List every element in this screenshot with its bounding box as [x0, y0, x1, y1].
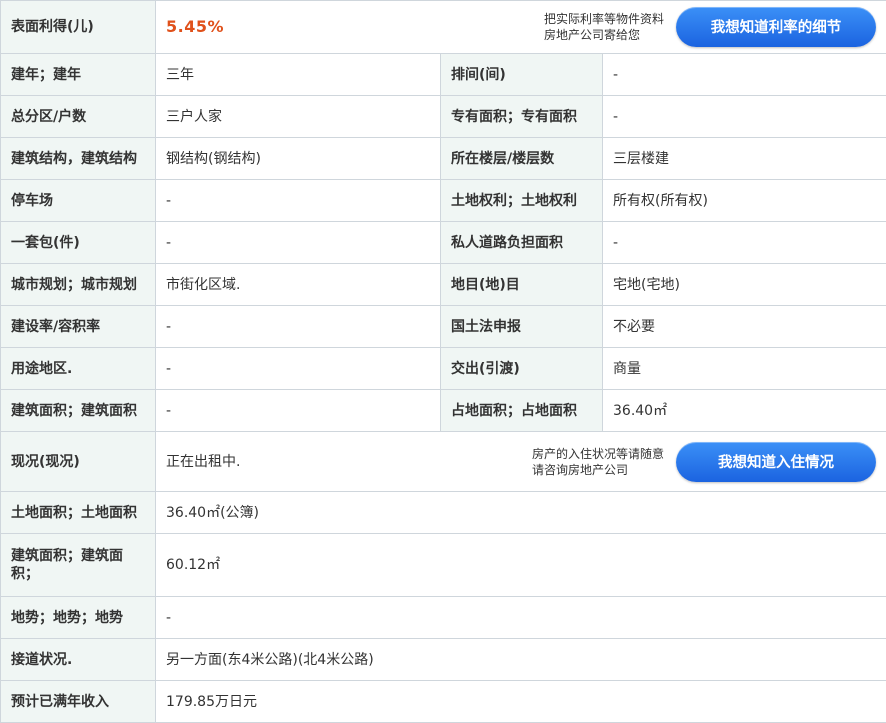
- status-note: 房产的入住状况等请随意 请咨询房地产公司: [532, 446, 664, 478]
- value-floor-area: 60.12㎡: [156, 534, 886, 597]
- value-land-rights: 所有权(所有权): [603, 180, 886, 222]
- table-row: 总分区/户数 三户人家 专有面积；专有面积 -: [1, 96, 886, 138]
- label-land-area: 土地面积；土地面积: [1, 492, 156, 534]
- property-spec-table: 表面利得(儿) 5.45% 把实际利率等物件资料 房地产公司寄给您 我想知道利率…: [0, 0, 886, 723]
- table-row: 接道状况. 另一方面(东4米公路)(北4米公路): [1, 639, 886, 681]
- table-row: 建筑面积；建筑面积； 60.12㎡: [1, 534, 886, 597]
- occupancy-button[interactable]: 我想知道入住情况: [676, 442, 876, 482]
- label-parking: 停车场: [1, 180, 156, 222]
- label-land-rights: 土地权利；土地权利: [441, 180, 603, 222]
- label-exclusive-area: 专有面积；专有面积: [441, 96, 603, 138]
- label-building-area: 建筑面积；建筑面积: [1, 390, 156, 432]
- value-site-area: 36.40㎡: [603, 390, 886, 432]
- label-status: 现况(现况): [1, 432, 156, 492]
- label-units: 总分区/户数: [1, 96, 156, 138]
- yield-note: 把实际利率等物件资料 房地产公司寄给您: [544, 11, 664, 43]
- value-annual-income: 179.85万日元: [156, 681, 886, 723]
- value-build-year: 三年: [156, 54, 441, 96]
- yield-detail-button[interactable]: 我想知道利率的细节: [676, 7, 876, 47]
- table-row: 用途地区. - 交出(引渡) 商量: [1, 348, 886, 390]
- label-land-act: 国土法申报: [441, 306, 603, 348]
- table-row: 建设率/容积率 - 国土法申报 不必要: [1, 306, 886, 348]
- table-row: 建筑结构，建筑结构 钢结构(钢结构) 所在楼层/楼层数 三层楼建: [1, 138, 886, 180]
- label-package: 一套包(件): [1, 222, 156, 264]
- label-yield: 表面利得(儿): [1, 1, 156, 54]
- label-floor-area: 建筑面积；建筑面积；: [1, 534, 156, 597]
- value-units: 三户人家: [156, 96, 441, 138]
- label-structure: 建筑结构，建筑结构: [1, 138, 156, 180]
- value-structure: 钢结构(钢结构): [156, 138, 441, 180]
- label-annual-income: 预计已满年收入: [1, 681, 156, 723]
- status-note-line2: 请咨询房地产公司: [532, 462, 664, 478]
- label-floor: 所在楼层/楼层数: [441, 138, 603, 180]
- row-yield: 表面利得(儿) 5.45% 把实际利率等物件资料 房地产公司寄给您 我想知道利率…: [1, 1, 886, 54]
- table-row: 一套包(件) - 私人道路负担面积 -: [1, 222, 886, 264]
- value-handover: 商量: [603, 348, 886, 390]
- value-package: -: [156, 222, 441, 264]
- value-parking: -: [156, 180, 441, 222]
- table-row: 停车场 - 土地权利；土地权利 所有权(所有权): [1, 180, 886, 222]
- table-row: 建年；建年 三年 排间(间) -: [1, 54, 886, 96]
- status-cta: 房产的入住状况等请随意 请咨询房地产公司 我想知道入住情况: [532, 442, 876, 482]
- value-use-district: -: [156, 348, 441, 390]
- label-terrain: 地势；地势；地势: [1, 597, 156, 639]
- label-layout: 排间(间): [441, 54, 603, 96]
- status-note-line1: 房产的入住状况等请随意: [532, 446, 664, 462]
- label-use-district: 用途地区.: [1, 348, 156, 390]
- table-row: 建筑面积；建筑面积 - 占地面积；占地面积 36.40㎡: [1, 390, 886, 432]
- row-status: 现况(现况) 正在出租中. 房产的入住状况等请随意 请咨询房地产公司 我想知道入…: [1, 432, 886, 492]
- label-handover: 交出(引渡): [441, 348, 603, 390]
- table-row: 预计已满年收入 179.85万日元: [1, 681, 886, 723]
- label-private-road: 私人道路负担面积: [441, 222, 603, 264]
- value-road-access: 另一方面(东4米公路)(北4米公路): [156, 639, 886, 681]
- value-terrain: -: [156, 597, 886, 639]
- yield-note-line1: 把实际利率等物件资料: [544, 11, 664, 27]
- value-city-planning: 市街化区域.: [156, 264, 441, 306]
- label-land-category: 地目(地)目: [441, 264, 603, 306]
- yield-value: 5.45%: [166, 18, 224, 36]
- yield-cta: 把实际利率等物件资料 房地产公司寄给您 我想知道利率的细节: [544, 7, 876, 47]
- label-build-year: 建年；建年: [1, 54, 156, 96]
- value-land-area: 36.40㎡(公簿): [156, 492, 886, 534]
- value-layout: -: [603, 54, 886, 96]
- label-site-area: 占地面积；占地面积: [441, 390, 603, 432]
- table-row: 地势；地势；地势 -: [1, 597, 886, 639]
- cell-status: 正在出租中. 房产的入住状况等请随意 请咨询房地产公司 我想知道入住情况: [156, 432, 886, 492]
- value-floor: 三层楼建: [603, 138, 886, 180]
- value-private-road: -: [603, 222, 886, 264]
- value-coverage-ratio: -: [156, 306, 441, 348]
- label-coverage-ratio: 建设率/容积率: [1, 306, 156, 348]
- label-road-access: 接道状况.: [1, 639, 156, 681]
- value-building-area: -: [156, 390, 441, 432]
- table-row: 城市规划；城市规划 市街化区域. 地目(地)目 宅地(宅地): [1, 264, 886, 306]
- value-exclusive-area: -: [603, 96, 886, 138]
- table-row: 土地面积；土地面积 36.40㎡(公簿): [1, 492, 886, 534]
- label-city-planning: 城市规划；城市规划: [1, 264, 156, 306]
- value-land-act: 不必要: [603, 306, 886, 348]
- status-value: 正在出租中.: [166, 453, 240, 471]
- value-land-category: 宅地(宅地): [603, 264, 886, 306]
- cell-yield: 5.45% 把实际利率等物件资料 房地产公司寄给您 我想知道利率的细节: [156, 1, 886, 54]
- yield-note-line2: 房地产公司寄给您: [544, 27, 664, 43]
